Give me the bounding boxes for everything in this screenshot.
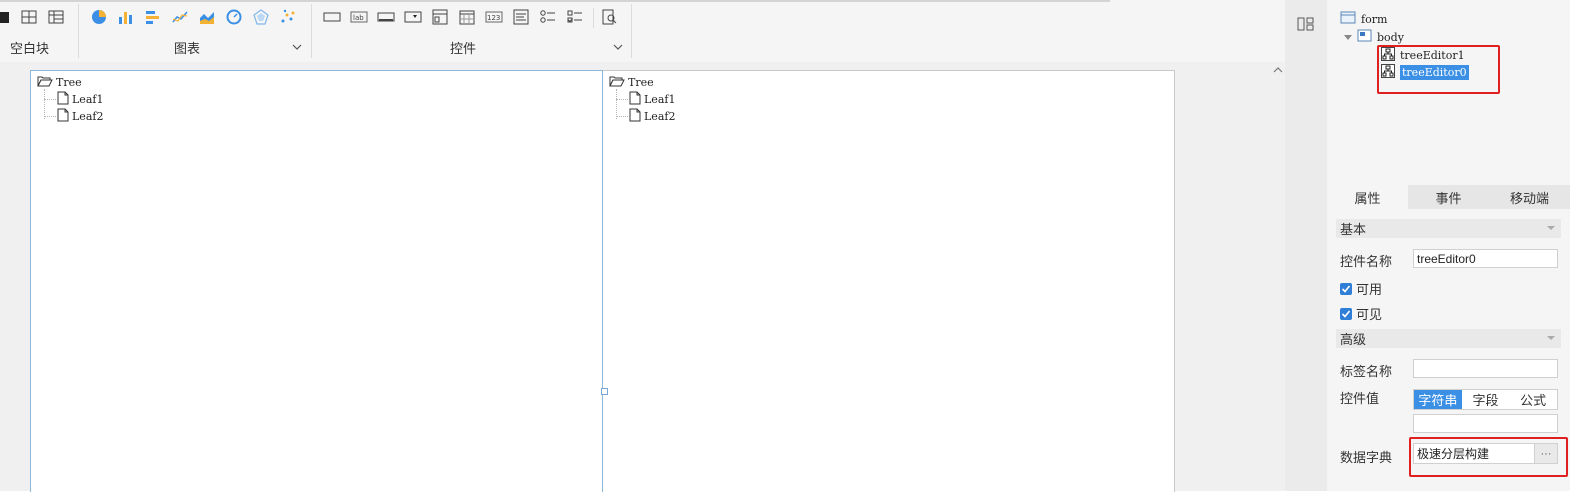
tree-leaf-label: Leaf2 — [644, 110, 676, 123]
toolbar-top-border — [0, 0, 1110, 2]
checkmark-icon[interactable] — [1340, 307, 1352, 320]
tree-widget-right[interactable]: Tree Leaf1 Leaf2 — [603, 70, 1175, 492]
value-type-formula[interactable]: 公式 — [1509, 390, 1557, 409]
horizontal-bar-icon[interactable] — [144, 8, 162, 26]
tree-leaf-label: Leaf1 — [644, 93, 676, 106]
collapse-arrow-icon[interactable] — [1547, 226, 1555, 230]
highlight-annotation-box — [1409, 437, 1568, 477]
form-icon — [1340, 11, 1356, 27]
visible-label: 可见 — [1356, 307, 1383, 322]
preview-icon[interactable] — [600, 8, 618, 26]
chart-expand-chevron-icon[interactable] — [292, 40, 302, 50]
svg-text:lab: lab — [353, 14, 364, 22]
area-chart-icon[interactable] — [198, 8, 216, 26]
textarea-icon[interactable] — [512, 8, 530, 26]
checkbox-group-icon[interactable] — [566, 8, 584, 26]
widget-group-label[interactable]: 控件 — [450, 38, 476, 57]
radio-group-icon[interactable] — [539, 8, 557, 26]
svg-text:123: 123 — [487, 14, 500, 22]
vertical-scrollbar[interactable] — [1270, 62, 1285, 491]
line-chart-icon[interactable] — [171, 8, 189, 26]
pie-chart-icon[interactable] — [90, 8, 108, 26]
form-node-label: form — [1361, 12, 1388, 26]
gauge-icon[interactable] — [225, 8, 243, 26]
toolbar-divider — [311, 4, 312, 58]
toolbar-divider — [78, 4, 79, 58]
enabled-label: 可用 — [1356, 282, 1383, 297]
tab-properties[interactable]: 属性 — [1327, 185, 1408, 209]
properties-tabs: 属性 事件 移动端 — [1327, 185, 1570, 209]
file-icon — [57, 91, 69, 108]
basic-section-title: 基本 — [1340, 222, 1367, 237]
advanced-section-title: 高级 — [1340, 332, 1367, 347]
folder-open-icon — [37, 75, 53, 90]
widget-name-field[interactable]: treeEditor0 — [1413, 249, 1558, 268]
tab-events[interactable]: 事件 — [1408, 185, 1489, 209]
file-icon — [629, 108, 641, 125]
tag-name-label: 标签名称 — [1340, 364, 1393, 379]
widget-tree: form body treeEditor1 treeEditor0 — [1327, 0, 1570, 185]
checkmark-icon[interactable] — [1340, 282, 1352, 295]
expand-triangle-icon[interactable] — [1344, 31, 1352, 44]
highlight-annotation-box — [1377, 45, 1500, 94]
tree-leaf-node[interactable]: Leaf2 — [629, 108, 675, 125]
collapse-arrow-icon[interactable] — [1547, 336, 1555, 340]
widget-panel-toggle-icon[interactable] — [1296, 15, 1316, 33]
file-icon — [629, 91, 641, 108]
tree-leaf-label: Leaf1 — [72, 93, 104, 106]
widget-value-field[interactable] — [1413, 414, 1558, 433]
scatter-icon[interactable] — [279, 8, 297, 26]
properties-panel: form body treeEditor1 treeEditor0 属性 事件 … — [1327, 0, 1570, 491]
tree-widget-left[interactable]: Tree Leaf1 Leaf2 — [30, 70, 603, 492]
radar-icon[interactable] — [252, 8, 270, 26]
design-canvas[interactable]: Tree Leaf1 Leaf2 Tree Leaf1 Leaf2 — [0, 62, 1270, 492]
tree-root-node[interactable]: Tree — [609, 75, 654, 90]
basic-section-header[interactable]: 基本 — [1336, 219, 1561, 238]
tree-root-label: Tree — [628, 76, 654, 89]
text-box-icon[interactable] — [323, 8, 341, 26]
widget-value-label: 控件值 — [1340, 391, 1380, 406]
side-rail — [1285, 0, 1327, 491]
toolbar-divider — [631, 4, 632, 58]
body-node-label: body — [1377, 30, 1404, 44]
chart-group-label[interactable]: 图表 — [174, 38, 200, 57]
tree-leaf-node[interactable]: Leaf1 — [629, 91, 675, 108]
advanced-section-header[interactable]: 高级 — [1336, 329, 1561, 348]
tab-mobile[interactable]: 移动端 — [1489, 185, 1570, 209]
label-icon[interactable]: lab — [350, 8, 368, 26]
tree-root-label: Tree — [56, 76, 82, 89]
layout-block-icon[interactable] — [0, 8, 14, 26]
toolbar: 空白块 图表 lab 123 控件 — [0, 0, 1285, 62]
data-dictionary-label: 数据字典 — [1340, 450, 1393, 465]
tree-leaf-node[interactable]: Leaf2 — [57, 108, 103, 125]
tree-leaf-node[interactable]: Leaf1 — [57, 91, 103, 108]
toolbar-divider — [593, 8, 594, 28]
widget-tree-body-node[interactable]: body — [1344, 29, 1404, 45]
file-icon — [57, 108, 69, 125]
enabled-checkbox[interactable]: 可用 — [1340, 279, 1382, 298]
multi-frame-icon[interactable] — [431, 8, 449, 26]
resize-handle[interactable] — [601, 388, 608, 395]
grid-layout-icon[interactable] — [20, 8, 38, 26]
tree-leaf-label: Leaf2 — [72, 110, 104, 123]
value-type-segmented-control: 字符串 字段 公式 — [1413, 389, 1558, 410]
blank-block-label[interactable]: 空白块 — [10, 38, 49, 57]
combo-box-icon[interactable] — [404, 8, 422, 26]
widget-name-label: 控件名称 — [1340, 254, 1393, 269]
value-type-string[interactable]: 字符串 — [1414, 390, 1462, 409]
visible-checkbox[interactable]: 可见 — [1340, 304, 1382, 323]
body-icon — [1357, 29, 1372, 45]
table-layout-icon[interactable] — [47, 8, 65, 26]
date-icon[interactable] — [458, 8, 476, 26]
number-icon[interactable]: 123 — [485, 8, 503, 26]
tree-root-node[interactable]: Tree — [37, 75, 82, 90]
widget-expand-chevron-icon[interactable] — [613, 40, 623, 50]
widget-tree-form-node[interactable]: form — [1340, 11, 1387, 27]
bar-chart-icon[interactable] — [117, 8, 135, 26]
scroll-up-arrow-icon[interactable] — [1270, 64, 1285, 76]
button-icon[interactable] — [377, 8, 395, 26]
tag-name-field[interactable] — [1413, 359, 1558, 378]
value-type-field[interactable]: 字段 — [1462, 390, 1510, 409]
folder-open-icon — [609, 75, 625, 90]
